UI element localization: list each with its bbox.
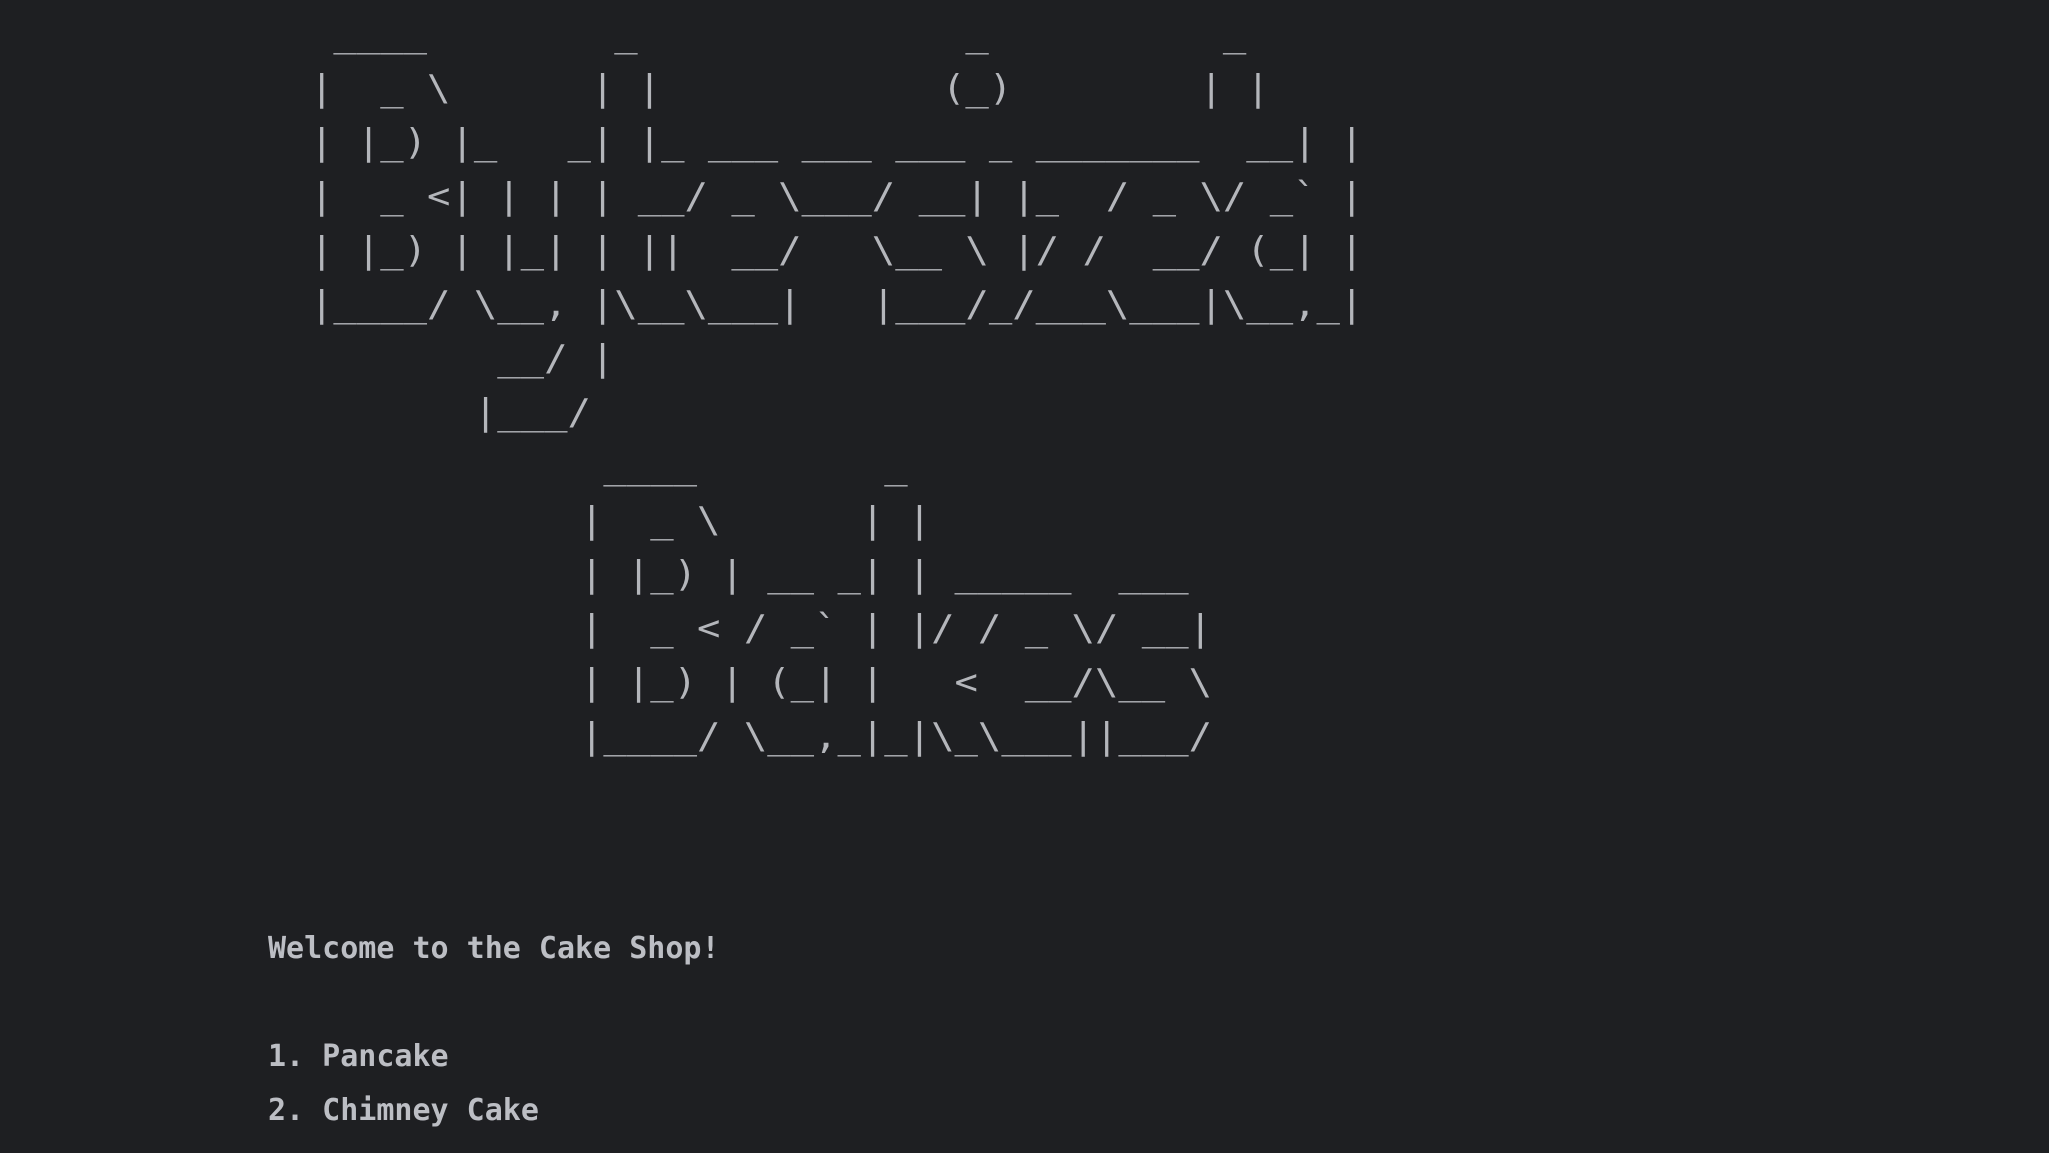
ascii-banner-byte-sized: ____ _ _ _ | _ \ | | (_) | | | |_) |_ _|… [310, 14, 1364, 433]
welcome-message: Welcome to the Cake Shop! [268, 931, 720, 966]
cake-menu: Welcome to the Cake Shop! 1. Pancake 2. … [268, 922, 720, 1138]
menu-item-chimney-cake: 2. Chimney Cake [268, 1093, 539, 1128]
menu-item-pancake: 1. Pancake [268, 1039, 449, 1074]
ascii-banner-bakes: ____ _ | _ \ | | | |_) | __ _| | _____ _… [580, 446, 1213, 757]
terminal-output: ____ _ _ _ | _ \ | | (_) | | | |_) |_ _|… [0, 0, 2049, 1153]
